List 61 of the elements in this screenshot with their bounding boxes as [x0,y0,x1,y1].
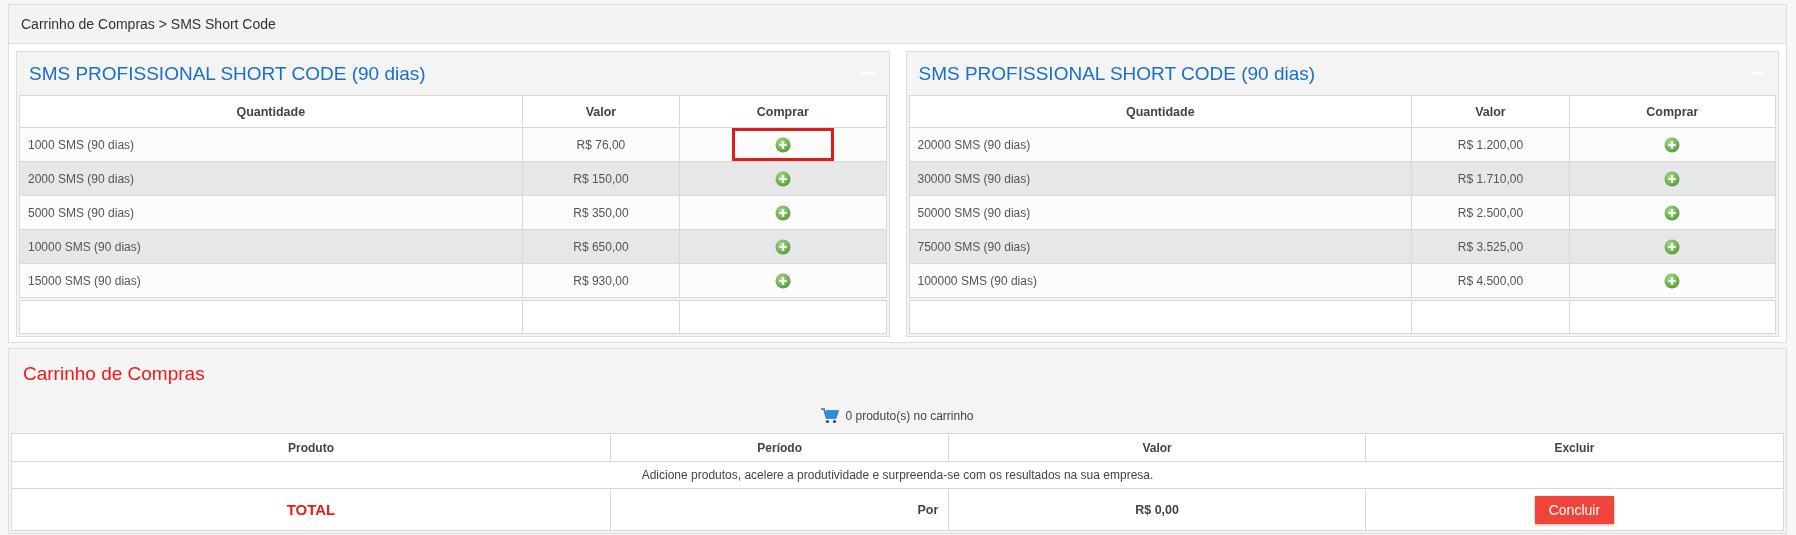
table-cell: R$ 930,00 [522,263,680,298]
table-cell: R$ 350,00 [522,195,680,230]
table-cell: R$ 2.500,00 [1411,195,1570,230]
per-label: Por [917,502,939,517]
column-header: Valor [1411,95,1570,128]
table-cell: 1000 SMS (90 dias) [19,127,523,162]
add-button[interactable] [1664,170,1681,187]
add-icon [774,272,791,289]
table-cell: 75000 SMS (90 dias) [909,229,1412,264]
column-header: Comprar [1569,95,1776,128]
table-cell: 15000 SMS (90 dias) [19,263,523,298]
table-cell: 5000 SMS (90 dias) [19,195,523,230]
column-header: Valor [948,433,1366,462]
add-icon [1664,238,1681,255]
add-button[interactable] [774,238,791,255]
add-icon [774,204,791,221]
add-icon [774,170,791,187]
column-header: Período [610,433,949,462]
column-header: Quantidade [909,95,1412,128]
add-button[interactable] [1664,238,1681,255]
cart-icon [821,408,840,424]
add-icon [1664,170,1681,187]
add-icon [1664,272,1681,289]
table-cell: R$ 1.710,00 [1411,161,1570,196]
add-icon [1664,136,1681,153]
table-cell: 50000 SMS (90 dias) [909,195,1412,230]
cart-title: Carrinho de Compras [23,363,205,384]
add-button[interactable] [774,170,791,187]
total-label: TOTAL [286,501,336,518]
panel-title: SMS PROFISSIONAL SHORT CODE (90 dias) [29,62,426,85]
column-header: Produto [11,433,611,462]
add-button[interactable] [1664,136,1681,153]
table-cell: 10000 SMS (90 dias) [19,229,523,264]
column-header: Valor [522,95,680,128]
table-cell: R$ 4.500,00 [1411,263,1570,298]
panel-title: SMS PROFISSIONAL SHORT CODE (90 dias) [918,62,1316,85]
add-icon [774,136,791,153]
table-cell: 100000 SMS (90 dias) [909,263,1412,298]
add-button[interactable] [1664,204,1681,221]
cart-summary: 0 produto(s) no carrinho [845,409,974,423]
add-button[interactable] [1664,272,1681,289]
table-cell: R$ 76,00 [522,127,680,162]
add-icon [774,238,791,255]
add-button[interactable] [774,272,791,289]
table-cell: R$ 150,00 [522,161,680,196]
add-button[interactable] [774,136,791,153]
breadcrumb: Carrinho de Compras > SMS Short Code [21,16,276,32]
add-button[interactable] [774,204,791,221]
total-value: R$ 0,00 [1135,502,1179,517]
table-cell: R$ 1.200,00 [1411,127,1570,162]
column-header: Comprar [679,95,886,128]
add-icon [1664,204,1681,221]
table-cell: 2000 SMS (90 dias) [19,161,523,196]
empty-cart-message: Adicione produtos, acelere a produtividade e surpreenda-se com os resultados na sua empresa. [11,461,1784,489]
conclude-button[interactable]: Concluir [1534,495,1615,524]
column-header: Excluir [1365,433,1784,462]
table-cell: 30000 SMS (90 dias) [909,161,1412,196]
column-header: Quantidade [19,95,523,128]
table-cell: 20000 SMS (90 dias) [909,127,1412,162]
table-cell: R$ 650,00 [522,229,680,264]
table-cell: R$ 3.525,00 [1411,229,1570,264]
